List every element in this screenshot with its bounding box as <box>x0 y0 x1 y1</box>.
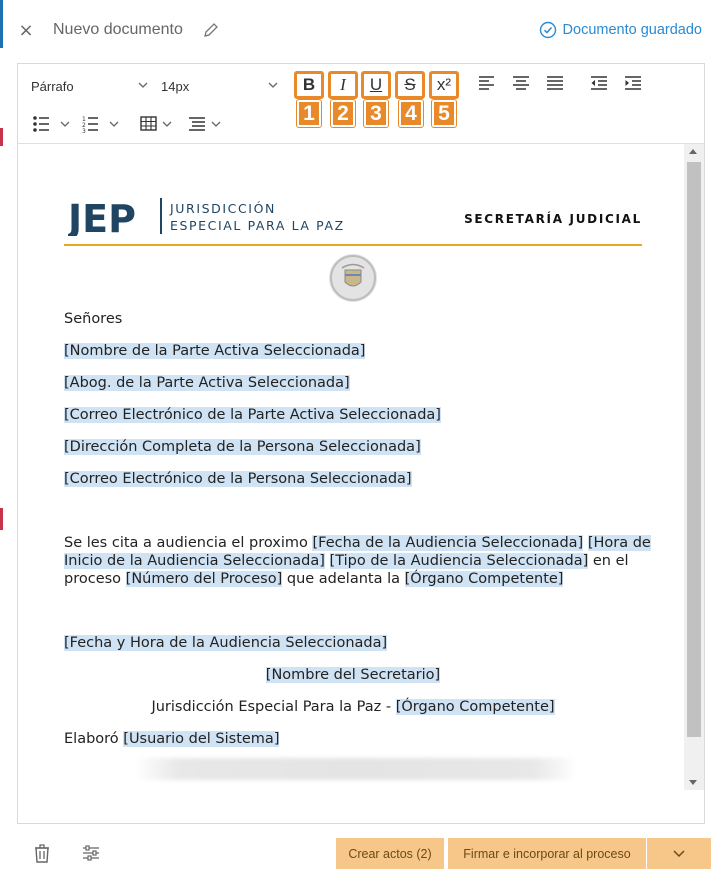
placeholder-process-number[interactable]: [Número del Proceso] <box>125 571 283 587</box>
scroll-thumb[interactable] <box>687 162 701 737</box>
align-left-icon[interactable] <box>478 75 500 95</box>
chevron-down-icon <box>138 82 148 88</box>
org-name-line1: JURISDICCIÓN <box>170 201 276 216</box>
letterhead-divider <box>64 244 642 246</box>
chevron-down-icon <box>673 849 685 857</box>
bold-icon: B <box>302 75 316 94</box>
rich-text-editor: Párrafo 14px B 1 I 2 U 3 S 4 x² 5 1 2 3 … <box>17 63 705 824</box>
annotation-number-3: 3 <box>363 99 389 128</box>
placeholder-secretary-name[interactable]: [Nombre del Secretario] <box>265 667 441 683</box>
jurisdiction-line: Jurisdicción Especial Para la Paz - [Órg… <box>151 699 555 715</box>
strikethrough-icon: S <box>404 75 416 94</box>
placeholder-organ[interactable]: [Órgano Competente] <box>395 699 555 715</box>
strikethrough-button[interactable]: S <box>395 71 425 99</box>
more-options-button[interactable] <box>647 838 711 869</box>
scroll-down-icon[interactable] <box>689 780 697 785</box>
blurred-content <box>134 758 578 780</box>
trash-icon[interactable] <box>32 842 52 864</box>
superscript-button[interactable]: x² <box>429 71 459 99</box>
font-size-value: 14px <box>161 78 190 94</box>
placeholder-system-user[interactable]: [Usuario del Sistema] <box>123 731 280 747</box>
editor-toolbar: Párrafo 14px B 1 I 2 U 3 S 4 x² 5 1 2 3 <box>18 64 704 144</box>
department-name: SECRETARÍA JUDICIAL <box>464 212 642 226</box>
close-button[interactable]: × <box>16 20 36 42</box>
annotation-number-4: 4 <box>398 99 424 128</box>
vertical-scrollbar[interactable] <box>684 144 704 790</box>
list-style-icon[interactable] <box>188 115 228 135</box>
left-edge-accents <box>0 0 3 883</box>
placeholder-recipient-name[interactable]: [Nombre de la Parte Activa Seleccionada] <box>64 343 366 359</box>
paragraph-format-value: Párrafo <box>31 78 74 94</box>
org-name-line2: ESPECIAL PARA LA PAZ <box>170 218 345 233</box>
placeholder-hearing-date[interactable]: [Fecha de la Audiencia Seleccionada] <box>312 535 584 551</box>
paragraph-format-select[interactable]: Párrafo <box>31 74 149 98</box>
jep-logo-text: JEP <box>68 197 136 236</box>
align-justify-icon[interactable] <box>546 75 568 95</box>
scroll-up-icon[interactable] <box>689 149 697 154</box>
dialog-header: × Nuevo documento Documento guardado <box>0 0 722 62</box>
saved-status: Documento guardado <box>539 21 702 39</box>
accent-red-2 <box>0 508 3 530</box>
saved-status-label: Documento guardado <box>562 22 702 38</box>
annotation-number-5: 5 <box>431 99 457 128</box>
numbered-list-icon[interactable]: 123 <box>82 115 122 135</box>
placeholder-date-time[interactable]: [Fecha y Hora de la Audiencia Selecciona… <box>64 635 388 651</box>
placeholder-recipient-email[interactable]: [Correo Electrónico de la Parte Activa S… <box>64 407 441 423</box>
accent-red <box>0 128 3 146</box>
coat-of-arms-seal <box>329 254 377 302</box>
sign-incorporate-button[interactable]: Firmar e incorporar al proceso <box>448 838 646 869</box>
italic-button[interactable]: I <box>328 71 358 99</box>
jep-logo: JEP <box>68 197 162 236</box>
bulleted-list-icon[interactable] <box>32 115 72 135</box>
font-size-select[interactable]: 14px <box>161 74 279 98</box>
italic-icon: I <box>340 75 346 94</box>
pencil-icon[interactable] <box>202 22 218 40</box>
placeholder-hearing-type[interactable]: [Tipo de la Audiencia Seleccionada] <box>329 553 589 569</box>
outdent-icon[interactable] <box>590 75 612 95</box>
placeholder-person-address[interactable]: [Dirección Completa de la Persona Selecc… <box>64 439 421 455</box>
letterhead: JEP JURISDICCIÓN ESPECIAL PARA LA PAZ SE… <box>64 196 642 246</box>
document-canvas[interactable]: JEP JURISDICCIÓN ESPECIAL PARA LA PAZ SE… <box>18 144 704 823</box>
svg-text:3: 3 <box>82 128 86 133</box>
placeholder-recipient-lawyer[interactable]: [Abog. de la Parte Activa Seleccionada] <box>64 375 350 391</box>
superscript-icon: x² <box>436 75 452 94</box>
dialog-footer: Crear actos (2) Firmar e incorporar al p… <box>0 832 722 883</box>
bold-button[interactable]: B <box>294 71 324 99</box>
align-center-icon[interactable] <box>512 75 534 95</box>
create-acts-button[interactable]: Crear actos (2) <box>336 838 444 869</box>
annotation-number-2: 2 <box>330 99 356 128</box>
placeholder-hearing-time-cont[interactable]: Inicio de la Audiencia Seleccionada] <box>64 553 325 569</box>
salutation: Señores <box>64 311 123 327</box>
org-name: JURISDICCIÓN ESPECIAL PARA LA PAZ <box>170 200 345 234</box>
check-circle-icon <box>539 21 557 39</box>
placeholder-hearing-time[interactable]: [Hora de <box>587 535 651 551</box>
body-paragraph: Se les cita a audiencia el proximo [Fech… <box>64 535 651 587</box>
underline-button[interactable]: U <box>361 71 391 99</box>
annotation-number-1: 1 <box>296 99 322 128</box>
settings-sliders-icon[interactable] <box>80 842 102 864</box>
document-title: Nuevo documento <box>53 21 183 38</box>
underline-icon: U <box>369 75 383 94</box>
placeholder-person-email[interactable]: [Correo Electrónico de la Persona Selecc… <box>64 471 412 487</box>
prepared-by-line: Elaboró [Usuario del Sistema] <box>64 731 280 747</box>
placeholder-competent-organ[interactable]: [Órgano Competente] <box>404 571 564 587</box>
indent-icon[interactable] <box>624 75 646 95</box>
table-icon[interactable] <box>140 115 180 135</box>
chevron-down-icon <box>268 82 278 88</box>
